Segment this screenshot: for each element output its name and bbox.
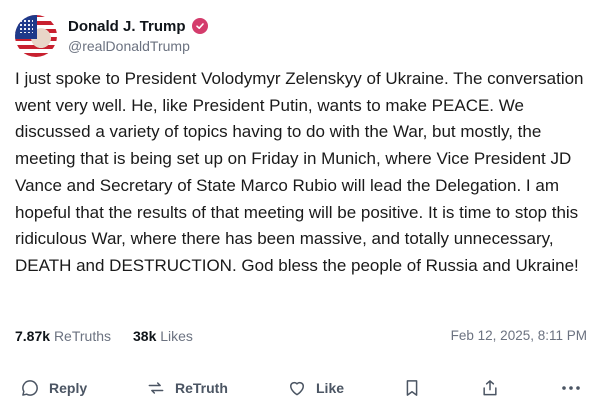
like-label: Like (316, 380, 345, 396)
heart-icon (290, 381, 304, 396)
author-display-name[interactable]: Donald J. Trump (68, 18, 186, 35)
retruths-count: 7.87k (15, 328, 51, 344)
more-options-button[interactable] (561, 380, 581, 396)
retruths-label: ReTruths (53, 328, 111, 344)
post-timestamp[interactable]: Feb 12, 2025, 8:11 PM (451, 328, 587, 343)
verified-badge-icon (191, 18, 208, 34)
truth-post: Donald J. Trump @realDonaldTrump I just … (0, 0, 597, 412)
share-button[interactable] (480, 378, 500, 398)
likes-count: 38k (133, 328, 157, 344)
share-icon (483, 380, 497, 396)
action-bar: Reply ReTruth Like (0, 372, 597, 408)
retruth-arrows-icon (148, 382, 164, 394)
speech-bubble-icon (22, 380, 38, 396)
post-text: I just spoke to President Volodymyr Zele… (15, 69, 584, 275)
reply-button[interactable]: Reply (20, 378, 87, 398)
likes-label: Likes (160, 328, 193, 344)
bookmark-icon (406, 380, 418, 396)
retruth-label: ReTruth (175, 380, 228, 396)
bookmark-button[interactable] (402, 378, 422, 398)
likes-stat[interactable]: 38k Likes (133, 328, 193, 344)
retruths-stat[interactable]: 7.87k ReTruths (15, 328, 111, 344)
retruth-button[interactable]: ReTruth (146, 378, 228, 398)
post-stats: 7.87k ReTruths 38k Likes Feb 12, 2025, 8… (15, 328, 587, 348)
author-name-row: Donald J. Trump (68, 15, 208, 37)
more-dots-icon (562, 386, 580, 390)
author-handle[interactable]: @realDonaldTrump (68, 38, 190, 54)
reply-label: Reply (49, 380, 88, 396)
avatar[interactable] (15, 15, 57, 57)
like-button[interactable]: Like (287, 378, 344, 398)
